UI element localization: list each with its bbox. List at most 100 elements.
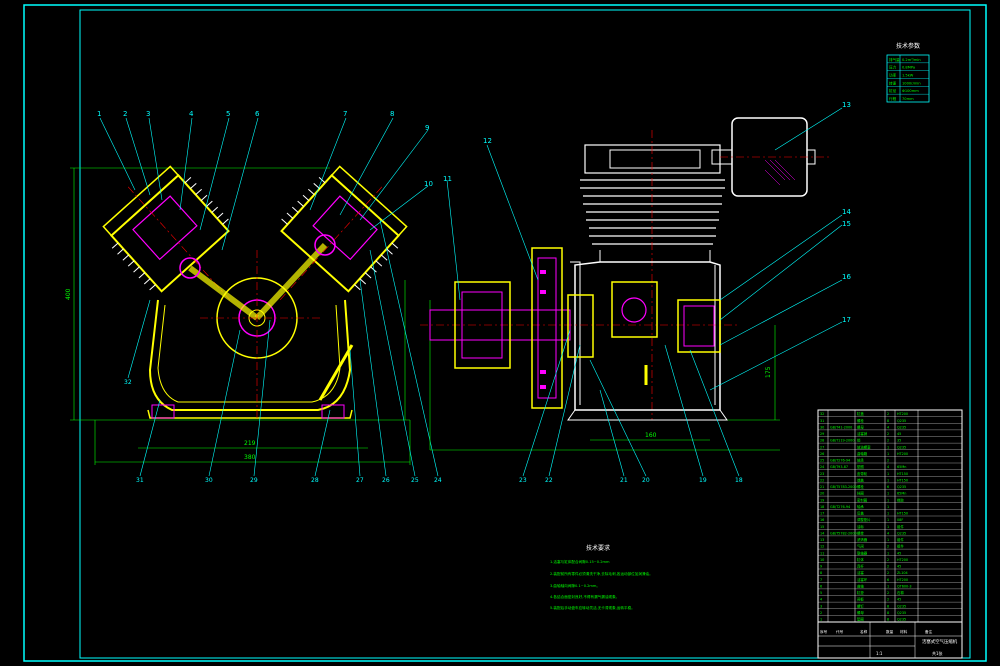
parts-cell: 1: [887, 498, 889, 502]
parts-cell: HT200: [897, 412, 908, 416]
parts-row: 30 GB/T41-2000 螺母 4 Q235: [820, 424, 906, 429]
parts-cell: 组件: [897, 524, 904, 529]
parts-cell: 螺钉: [857, 603, 864, 608]
parts-header-remark: 备注: [925, 629, 933, 634]
note-2: 2.装配前所有零件必须清洗干净,去除毛刺,各运动部位加润滑油。: [550, 571, 653, 576]
parts-cell: 10: [820, 558, 824, 562]
callout-17: 17: [842, 316, 851, 324]
parts-cell: 1: [887, 472, 889, 476]
parts-cell: 石棉: [897, 590, 904, 595]
parts-cell: Q235: [897, 445, 906, 449]
parts-cell: 端盖: [857, 477, 864, 482]
parts-cell: 31: [820, 419, 824, 423]
parts-cell: 27: [820, 445, 824, 449]
note-5: 5.装配后手动盘车应转动灵活,无卡滞现象,运转平稳。: [550, 605, 635, 610]
parts-cell: 65Mn: [897, 465, 906, 469]
note-3: 3.曲轴轴向间隙0.1~0.2mm。: [550, 583, 600, 588]
front-width-dim: 219: [244, 440, 256, 447]
parts-cell: 橡胶: [897, 497, 904, 502]
side-view: 160 175 11 12 13 14 15 16 17 23 22 21 20…: [420, 101, 851, 484]
parts-cell: 1: [887, 518, 889, 522]
parts-cell: 25: [820, 459, 824, 463]
parts-cell: 皮带轮: [857, 471, 868, 476]
parts-cell: 5: [820, 591, 822, 595]
parts-row: 6 曲轴 1 QT600-3: [820, 583, 912, 588]
callout-19: 19: [699, 477, 707, 484]
parts-row: 20 挡圈 1 65Mn: [820, 491, 906, 496]
callout-28: 28: [311, 477, 319, 484]
parts-cell: 08F: [897, 518, 903, 522]
parts-cell: 2: [887, 598, 889, 602]
note-4: 4.各结合面密封良好,不得有漏气漏油现象。: [550, 594, 619, 599]
parts-header-material: 材料: [900, 629, 908, 634]
parts-cell: HT150: [897, 472, 908, 476]
callout-32: 32: [124, 379, 132, 386]
parts-row: 8 活塞 2 ZL104: [820, 570, 908, 575]
callout-31: 31: [136, 477, 144, 484]
parts-cell: 2: [887, 558, 889, 562]
parts-cell: HT200: [897, 558, 908, 562]
parts-cell: 1: [887, 584, 889, 588]
drawing-sheet: 共1张: [932, 650, 943, 656]
parts-header-code: 代号: [836, 629, 844, 634]
tech-spec-table: 技术参数 排气量 0.2m³/min 压力 0.8MPa 功率 1.5kW 转速 1000r/…: [886, 42, 930, 103]
parts-cell: 17: [820, 512, 824, 516]
spec-label: 转速: [889, 80, 897, 85]
parts-cell: 2: [887, 565, 889, 569]
parts-cell: Q235: [897, 618, 906, 622]
parts-row: 16 调整垫片 1 08F: [820, 517, 903, 522]
spec-value: 1000r/min: [902, 81, 921, 85]
parts-cell: 后盖: [857, 511, 864, 516]
parts-row: 9 连杆 2 45: [820, 564, 901, 569]
parts-row: 15 油标 1 组件: [820, 524, 904, 529]
parts-cell: 垫圈: [857, 464, 864, 469]
callout-1: 1: [97, 110, 101, 118]
side-base-dim: 160: [645, 432, 657, 439]
technical-notes: 技术要求 1.活塞与缸体配合间隙0.15~0.2mm 2.装配前所有零件必须清洗…: [550, 544, 653, 610]
parts-cell: 螺栓: [857, 530, 864, 535]
parts-cell: 32: [820, 412, 824, 416]
parts-cell: GB/T5783-2000: [830, 485, 857, 489]
parts-cell: GB/T119-2000: [830, 439, 855, 443]
parts-cell: 23: [820, 472, 824, 476]
parts-cell: 35: [897, 439, 901, 443]
callout-12: 12: [483, 137, 492, 145]
parts-list: 32 缸盖 2 HT20031 螺栓 8 Q23530 GB/T41-2000 螺母 4 Q2352…: [817, 409, 963, 659]
callout-29: 29: [250, 477, 258, 484]
parts-cell: 轴承: [857, 504, 864, 509]
parts-cell: 螺栓: [857, 484, 864, 489]
drawing-scale: 1:1: [876, 651, 883, 656]
parts-cell: 活塞环: [857, 577, 868, 582]
parts-cell: 29: [820, 432, 824, 436]
parts-row: 21 GB/T5783-2000 螺栓 6 Q235: [820, 484, 906, 489]
parts-cell: 21: [820, 485, 824, 489]
callout-7: 7: [343, 110, 347, 118]
callout-25: 25: [411, 477, 419, 484]
parts-row: 4 阀板 2 45: [820, 597, 901, 602]
parts-cell: Q235: [897, 419, 906, 423]
parts-cell: 6: [887, 578, 889, 582]
parts-cell: 油标: [857, 524, 864, 529]
parts-row: 29 活塞销 2 45: [820, 431, 901, 436]
parts-cell: 活塞销: [857, 431, 868, 436]
callout-3: 3: [146, 110, 150, 118]
parts-cell: 活塞: [857, 570, 864, 575]
callout-14: 14: [842, 208, 851, 216]
spec-label: 压力: [889, 65, 897, 70]
assembly-drawing: 400 219 380 1 2 3 4 5 6 7 8 9 10 31 30 2…: [23, 4, 987, 662]
callout-8: 8: [390, 110, 394, 118]
parts-cell: 1: [887, 478, 889, 482]
parts-cell: GB/T5782-2000: [830, 531, 857, 535]
parts-row: 25 GB/T276-94 轴承 2: [820, 458, 889, 463]
parts-cell: 螺栓: [857, 418, 864, 423]
parts-cell: Q235: [897, 485, 906, 489]
parts-cell: 调整垫片: [857, 517, 871, 522]
callout-2: 2: [123, 110, 127, 118]
parts-cell: 垫圈: [857, 617, 864, 622]
parts-cell: GB/T41-2000: [830, 425, 852, 429]
callout-22: 22: [545, 477, 553, 484]
parts-cell: 螺母: [857, 424, 864, 429]
parts-cell: 22: [820, 478, 824, 482]
parts-cell: 18: [820, 505, 824, 509]
spec-value: 0.8MPa: [902, 66, 915, 70]
